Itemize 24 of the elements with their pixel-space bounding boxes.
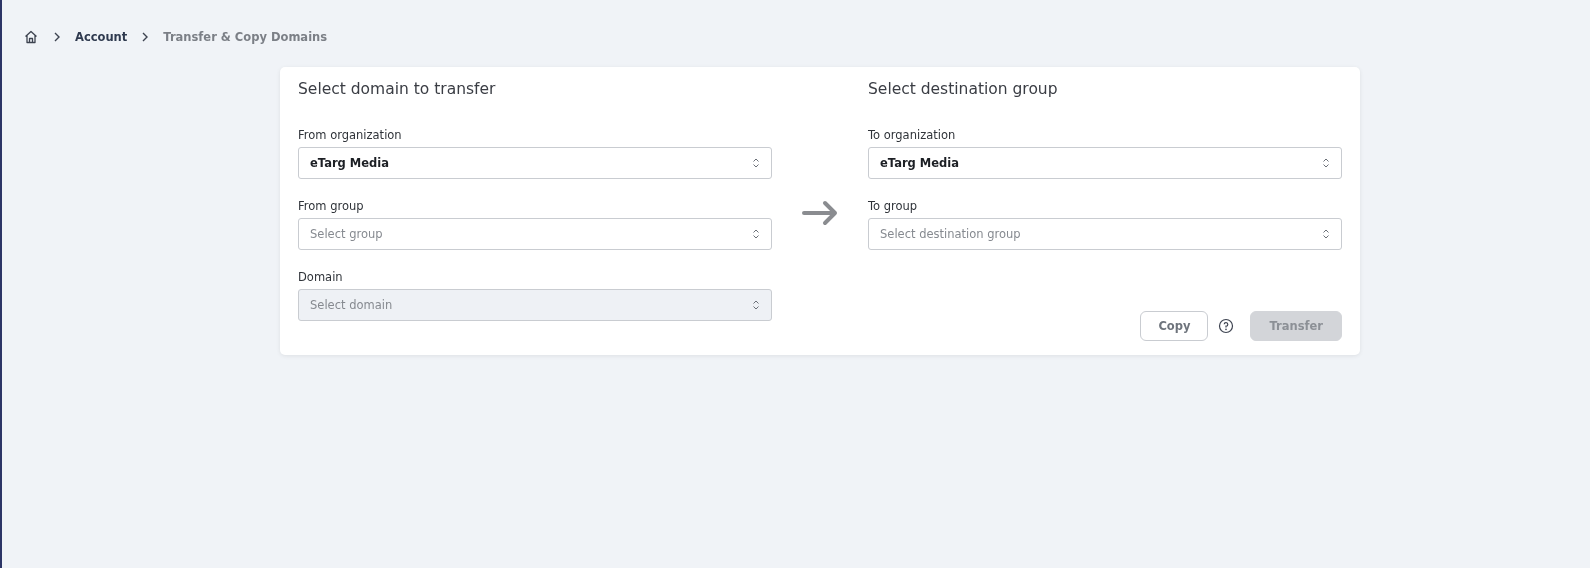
field-label: To organization — [868, 128, 957, 142]
select-field[interactable]: eTarg Media — [298, 147, 772, 179]
sort-caret-icon — [1322, 157, 1330, 169]
select-field: Select domain — [298, 289, 772, 321]
field-label: From organization — [298, 128, 403, 142]
breadcrumb-current: Transfer & Copy Domains — [163, 30, 328, 44]
home-icon[interactable] — [23, 29, 39, 45]
help-icon — [1218, 318, 1235, 334]
sort-caret-icon — [752, 157, 760, 169]
sort-caret-icon — [752, 299, 760, 311]
select-field[interactable]: Select group — [298, 218, 772, 250]
select-field[interactable]: eTarg Media — [868, 147, 1342, 179]
action-button[interactable]: Copy — [1140, 311, 1209, 341]
field-label: Domain — [298, 270, 344, 284]
sort-caret-icon — [1322, 228, 1330, 240]
chevron-right-icon — [52, 31, 62, 43]
sort-caret-icon — [752, 228, 760, 240]
field-label: From group — [298, 199, 365, 213]
field-label: To group — [868, 199, 919, 213]
arrow-icon — [801, 200, 839, 226]
select-field[interactable]: Select destination group — [868, 218, 1342, 250]
section-title: Select domain to transfer — [298, 80, 497, 100]
section-title: Select destination group — [868, 80, 1059, 100]
breadcrumb-link[interactable]: Account — [75, 30, 128, 44]
